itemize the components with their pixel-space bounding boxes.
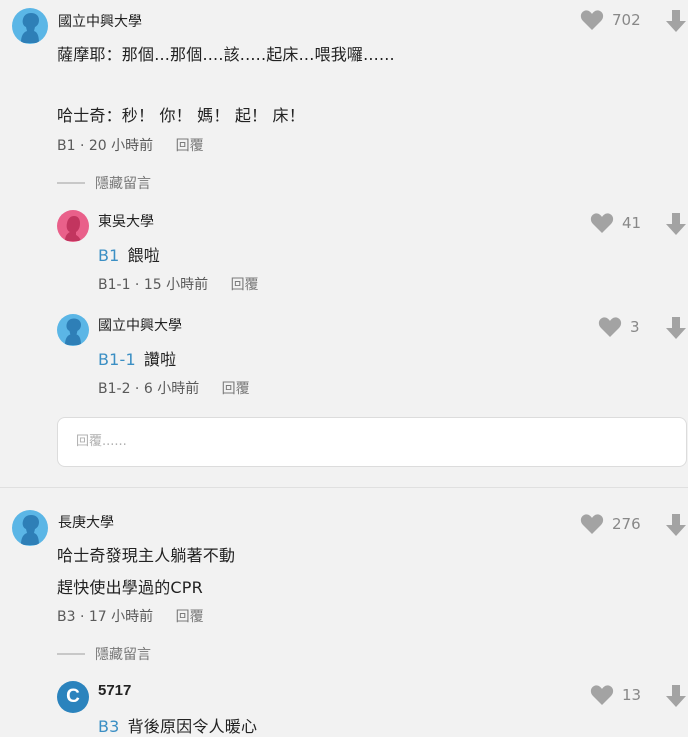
floor-number: B1-1 [98,277,131,293]
avatar[interactable]: C [57,681,89,713]
dislike-button[interactable] [665,316,687,344]
avatar[interactable] [12,510,48,546]
dislike-button[interactable] [665,212,687,240]
reply-text: B1 餵啦 [98,242,160,266]
hide-replies-label: 隱藏留言 [95,176,151,192]
like-count: 41 [622,214,642,232]
down-arrow-icon [666,213,686,235]
dislike-button[interactable] [665,513,687,541]
reply-link[interactable]: 回覆 [176,609,204,625]
timestamp: 15 小時前 [143,277,209,293]
author-school[interactable]: 東吳大學 [98,211,154,231]
like-button[interactable]: 13 [590,684,648,706]
like-button[interactable]: 276 [580,513,641,535]
like-count: 13 [622,686,642,704]
reply-link[interactable]: 回覆 [176,138,204,154]
dislike-button[interactable] [665,9,687,37]
person-silhouette-icon [21,13,39,43]
person-silhouette-icon [65,318,81,346]
floor-number: B3 [57,609,76,625]
reply-text-content: 讚啦 [143,350,177,369]
avatar[interactable] [57,210,89,242]
down-arrow-icon [666,514,686,536]
comment-meta: B1 · 20 小時前 回覆 [57,138,204,154]
person-silhouette-icon [21,515,39,545]
comment-text-line: 趕快使出學過的CPR [57,578,203,597]
comment-divider [0,487,688,488]
reply-input[interactable] [74,433,638,450]
like-count: 702 [612,11,641,29]
down-arrow-icon [666,10,686,32]
like-count: 3 [630,318,640,336]
comment-meta: B3 · 17 小時前 回覆 [57,609,204,625]
person-silhouette-icon [65,216,81,241]
floor-tag-link[interactable]: B1-1 [98,350,136,369]
timestamp: 6 小時前 [143,381,200,397]
like-button[interactable]: 3 [598,316,656,338]
comment-text-line: 薩摩耶：那個...那個....該.....起床...喂我囉...... [57,45,395,64]
author-school[interactable]: 國立中興大學 [98,315,182,335]
timestamp: 20 小時前 [88,138,154,154]
heart-icon [580,514,604,534]
like-count: 276 [612,515,641,533]
author-name[interactable]: 5717 [98,682,131,699]
reply-text-content: 背後原因令人暖心 [127,717,258,736]
reply-input-box[interactable] [57,417,687,467]
heart-icon [590,685,614,705]
reply-link[interactable]: 回覆 [222,381,250,397]
avatar[interactable] [12,8,48,44]
reply-text: B1-1 讚啦 [98,346,176,370]
down-arrow-icon [666,685,686,707]
divider-line [57,653,85,655]
reply-meta: B1-2 · 6 小時前 回覆 [98,381,250,397]
reply-text: B3 背後原因令人暖心 [98,713,257,737]
floor-number: B1 [57,138,76,154]
floor-tag-link[interactable]: B3 [98,717,120,736]
down-arrow-icon [666,317,686,339]
dislike-button[interactable] [665,684,687,712]
comment-text-line: 哈士奇發現主人躺著不動 [57,546,236,565]
floor-number: B1-2 [98,381,131,397]
author-school[interactable]: 國立中興大學 [58,11,142,31]
floor-tag-link[interactable]: B1 [98,246,120,265]
comment-text-line: 哈士奇：秒！ 你！ 媽！ 起！ 床！ [57,106,305,125]
avatar-letter: C [66,686,80,707]
reply-meta: B1-1 · 15 小時前 回覆 [98,277,259,293]
reply-link[interactable]: 回覆 [231,277,259,293]
hide-replies-toggle[interactable]: 隱藏留言 [57,644,151,664]
author-school[interactable]: 長庚大學 [58,512,114,532]
heart-icon [590,213,614,233]
heart-icon [598,317,622,337]
like-button[interactable]: 702 [580,9,641,31]
divider-line [57,182,85,184]
hide-replies-label: 隱藏留言 [95,647,151,663]
heart-icon [580,10,604,30]
timestamp: 17 小時前 [88,609,154,625]
like-button[interactable]: 41 [590,212,648,234]
hide-replies-toggle[interactable]: 隱藏留言 [57,173,151,193]
reply-text-content: 餵啦 [127,246,160,265]
avatar[interactable] [57,314,89,346]
